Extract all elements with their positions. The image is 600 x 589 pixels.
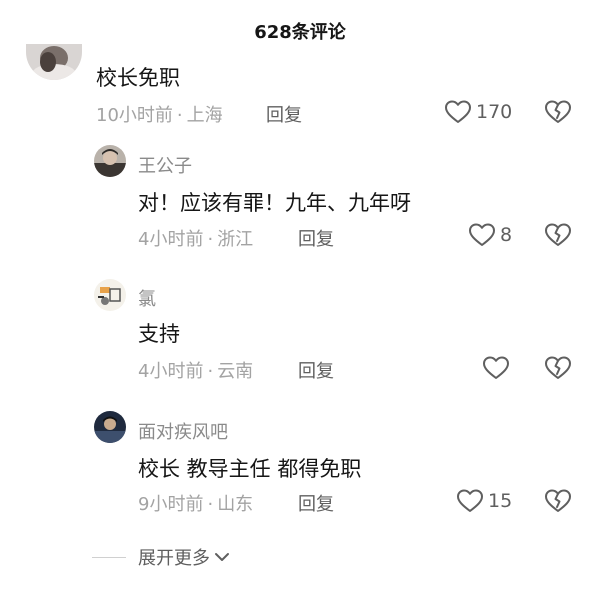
reply-meta: 4小时前 · 云南 — [138, 361, 254, 382]
like-count: 8 — [500, 224, 513, 246]
broken-heart-icon — [544, 221, 572, 249]
reply-location: 云南 — [217, 361, 254, 382]
reply-author-name[interactable]: 氯 — [138, 285, 156, 311]
avatar[interactable] — [94, 411, 126, 443]
heart-icon — [444, 99, 472, 125]
reply-meta: 9小时前 · 山东 — [138, 494, 254, 515]
expand-more-label: 展开更多 — [138, 548, 210, 569]
expand-more-button[interactable]: 展开更多 — [92, 544, 230, 570]
heart-icon — [482, 355, 510, 381]
divider-line — [92, 556, 126, 558]
dislike-button[interactable] — [544, 98, 572, 126]
reply-button[interactable]: 回复 — [298, 490, 334, 516]
like-count: 170 — [476, 101, 513, 123]
avatar[interactable] — [94, 145, 126, 177]
like-count: 15 — [488, 490, 513, 512]
reply-button[interactable]: 回复 — [298, 357, 334, 383]
reply-time: 9小时前 — [138, 494, 204, 515]
reply-text: 对！应该有罪！九年、九年呀 — [138, 191, 411, 215]
chevron-down-icon — [210, 548, 230, 567]
heart-icon — [468, 222, 496, 248]
like-button[interactable]: 170 — [444, 98, 512, 126]
avatar[interactable] — [26, 44, 82, 80]
reply-text: 校长 教导主任 都得免职 — [138, 457, 362, 481]
comment-meta: 10小时前 · 上海 — [96, 105, 223, 126]
reply-location: 山东 — [217, 494, 254, 515]
like-button[interactable] — [482, 354, 510, 382]
reply-button[interactable]: 回复 — [298, 225, 334, 251]
reply-location: 浙江 — [217, 229, 254, 250]
broken-heart-icon — [544, 98, 572, 126]
reply-author-name[interactable]: 面对疾风吧 — [138, 418, 228, 444]
reply-meta: 4小时前 · 浙江 — [138, 229, 254, 250]
reply-text: 支持 — [138, 322, 180, 346]
reply-button[interactable]: 回复 — [266, 101, 302, 127]
heart-icon — [456, 488, 484, 514]
reply-time: 4小时前 — [138, 361, 204, 382]
comments-count-title: 628条评论 — [254, 22, 346, 43]
broken-heart-icon — [544, 354, 572, 382]
comment-text: 校长免职 — [96, 66, 180, 90]
dislike-button[interactable] — [544, 221, 572, 249]
dislike-button[interactable] — [544, 354, 572, 382]
like-button[interactable]: 15 — [456, 487, 512, 515]
avatar[interactable] — [94, 279, 126, 311]
reply-time: 4小时前 — [138, 229, 204, 250]
comment-location: 上海 — [186, 105, 223, 126]
broken-heart-icon — [544, 487, 572, 515]
reply-author-name[interactable]: 王公子 — [138, 152, 192, 178]
comment-time: 10小时前 — [96, 105, 173, 126]
dislike-button[interactable] — [544, 487, 572, 515]
like-button[interactable]: 8 — [468, 221, 512, 249]
